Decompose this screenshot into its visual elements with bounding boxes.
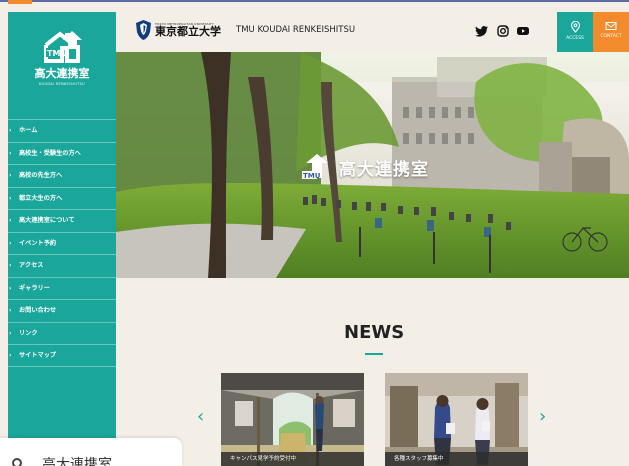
svg-text:TMU: TMU: [47, 49, 67, 58]
twitter-icon[interactable]: [475, 24, 489, 38]
news-card[interactable]: 各種スタッフ募集中: [385, 373, 528, 466]
sidebar-item-label: サイトマップ: [19, 352, 57, 359]
hero-title-text: 高大連携室: [339, 159, 429, 180]
circle-icon: [12, 458, 22, 466]
sidebar-item-students[interactable]: › 高校生・受験生の方へ: [8, 141, 116, 165]
sidebar-item-label: ホーム: [19, 127, 38, 134]
news-underline: [365, 353, 383, 355]
chevron-right-icon: ›: [9, 194, 12, 202]
bottom-overlay-panel[interactable]: 高大連携室: [0, 438, 182, 466]
news-card[interactable]: キャンパス見学予約受付中: [221, 373, 364, 466]
contact-label: CONTACT: [600, 34, 622, 39]
news-caption: キャンパス見学予約受付中: [221, 452, 364, 466]
site-name[interactable]: TMU KOUDAI RENKEISHITSU: [236, 25, 355, 35]
bottom-overlay-text: 高大連携室: [42, 457, 112, 466]
sidebar-item-home[interactable]: › ホーム: [8, 119, 116, 142]
chevron-right-icon: ›: [9, 239, 12, 247]
sidebar-item-label: アクセス: [19, 262, 44, 269]
house-logo-icon: TMU: [44, 30, 82, 63]
sidebar-item-tmu-students[interactable]: › 都立大生の方へ: [8, 186, 116, 210]
sidebar-item-label: 高校生・受験生の方へ: [19, 149, 81, 157]
chevron-right-icon: ›: [9, 149, 12, 157]
sidebar: TMU 高大連携室 KOUDAI RENKEISHITSU › ホーム › 高校生・…: [8, 12, 116, 466]
chevron-right-icon: ›: [9, 307, 12, 314]
contact-button[interactable]: CONTACT: [593, 12, 629, 52]
chevron-right-icon: ›: [9, 329, 12, 337]
sidebar-item-label: 高大連携室について: [19, 217, 75, 224]
chevron-right-icon: ›: [9, 127, 12, 134]
logo-title: 高大連携室: [34, 66, 90, 80]
chevron-right-icon: ›: [9, 172, 12, 179]
youtube-icon[interactable]: [516, 24, 530, 38]
news-next-arrow[interactable]: ›: [539, 406, 546, 427]
access-label: ACCESS: [566, 36, 584, 41]
site-logo[interactable]: TMU 高大連携室 KOUDAI RENKEISHITSU: [8, 12, 116, 102]
top-accent-bar: [0, 0, 629, 4]
sidebar-item-access[interactable]: › アクセス: [8, 254, 116, 277]
sidebar-item-label: リンク: [19, 329, 38, 337]
logo-subtitle: KOUDAI RENKEISHITSU: [39, 81, 85, 86]
map-pin-icon: [570, 21, 580, 33]
hero-title: TMU 高大連携室: [300, 153, 429, 181]
sidebar-item-teachers[interactable]: › 高校の先生方へ: [8, 164, 116, 187]
sidebar-item-links[interactable]: › リンク: [8, 321, 116, 345]
sidebar-item-sitemap[interactable]: › サイトマップ: [8, 344, 116, 367]
sidebar-item-gallery[interactable]: › ギャラリー: [8, 276, 116, 300]
tmu-house-icon: TMU: [302, 154, 328, 180]
news-caption: 各種スタッフ募集中: [385, 452, 528, 466]
hero-banner: TMU 高大連携室: [116, 52, 629, 278]
mail-icon: [605, 22, 617, 30]
news-title: NEWS: [344, 322, 405, 343]
header: TOKYO METROPOLITAN UNIVERSITY 東京都立大学 TMU…: [116, 12, 629, 52]
news-prev-arrow[interactable]: ‹: [197, 406, 204, 427]
sidebar-item-label: お問い合わせ: [19, 307, 57, 314]
sidebar-item-label: イベント予約: [19, 239, 57, 247]
sidebar-nav: › ホーム › 高校生・受験生の方へ › 高校の先生方へ › 都立大生の方へ › 高大連携…: [8, 119, 116, 367]
instagram-icon[interactable]: [496, 24, 510, 38]
chevron-right-icon: ›: [9, 352, 12, 359]
chevron-right-icon: ›: [9, 284, 12, 292]
sidebar-item-contact[interactable]: › お問い合わせ: [8, 299, 116, 322]
university-shield-icon: [136, 20, 151, 40]
page: TMU 高大連携室 KOUDAI RENKEISHITSU › ホーム › 高校生・…: [0, 0, 629, 466]
sidebar-item-label: 高校の先生方へ: [19, 172, 63, 179]
sidebar-item-event-booking[interactable]: › イベント予約: [8, 231, 116, 255]
hero-badge-text: TMU: [303, 172, 321, 180]
chevron-right-icon: ›: [9, 262, 12, 269]
sidebar-item-label: 都立大生の方へ: [19, 194, 63, 202]
university-name: 東京都立大学: [155, 25, 221, 38]
orange-accent: [8, 0, 32, 4]
access-button[interactable]: ACCESS: [557, 12, 593, 52]
university-brand[interactable]: TOKYO METROPOLITAN UNIVERSITY 東京都立大学: [136, 20, 221, 40]
sidebar-item-label: ギャラリー: [19, 284, 50, 292]
chevron-right-icon: ›: [9, 217, 12, 224]
sidebar-item-about[interactable]: › 高大連携室について: [8, 209, 116, 232]
